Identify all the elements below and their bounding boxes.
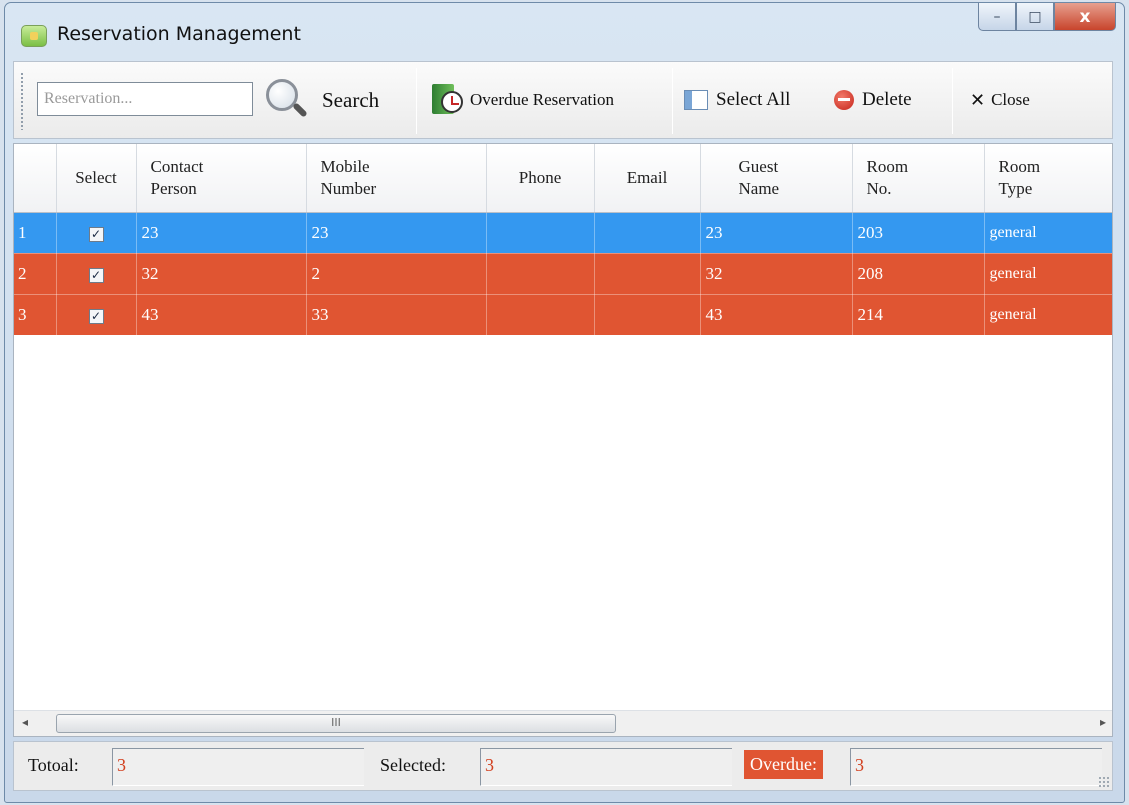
- scroll-right-icon[interactable]: ▸: [1100, 715, 1106, 729]
- header-line: No.: [866, 178, 892, 198]
- header-line: Name: [738, 178, 780, 198]
- header-line: Room: [998, 156, 1041, 176]
- cell-room-no[interactable]: 203: [852, 212, 985, 254]
- delete-button[interactable]: Delete: [834, 74, 912, 126]
- search-button[interactable]: Search: [264, 74, 379, 126]
- cell-phone[interactable]: [486, 253, 595, 295]
- row-select-cell[interactable]: ✓: [56, 253, 137, 295]
- cell-phone[interactable]: [486, 212, 595, 254]
- table-row[interactable]: 3 ✓ 43 33 43 214 general: [14, 294, 1112, 336]
- cell-mobile-number[interactable]: 33: [306, 294, 487, 336]
- header-line: Contact: [150, 156, 204, 176]
- cell-email[interactable]: [594, 212, 701, 254]
- horizontal-scrollbar[interactable]: ◂ III ▸: [14, 710, 1112, 736]
- column-header-select[interactable]: Select: [56, 144, 137, 213]
- row-checkbox[interactable]: ✓: [88, 267, 104, 283]
- cell-room-type[interactable]: general: [984, 212, 1112, 254]
- selected-value: 3: [480, 748, 732, 786]
- toolbar-separator: [672, 68, 673, 134]
- select-all-button[interactable]: Select All: [684, 74, 790, 126]
- column-header-guest-name[interactable]: Guest Name: [700, 144, 853, 213]
- cell-guest-name[interactable]: 32: [700, 253, 853, 295]
- column-header-room-no[interactable]: Room No.: [852, 144, 985, 213]
- search-input[interactable]: [37, 82, 253, 116]
- header-line: Guest: [738, 156, 779, 176]
- column-header-contact-person[interactable]: Contact Person: [136, 144, 307, 213]
- maximize-button[interactable]: □: [1016, 3, 1054, 31]
- header-line: Number: [320, 178, 377, 198]
- header-line: Mobile: [320, 156, 370, 176]
- column-header-room-type[interactable]: Room Type: [984, 144, 1112, 213]
- row-checkbox[interactable]: ✓: [88, 308, 104, 324]
- table-row[interactable]: 2 ✓ 32 2 32 208 general: [14, 253, 1112, 295]
- toolbar-grip[interactable]: [20, 72, 24, 130]
- cell-room-no[interactable]: 208: [852, 253, 985, 295]
- reservation-window: Reservation Management – □ x Search Over…: [4, 2, 1125, 803]
- select-all-label: Select All: [716, 89, 791, 110]
- toolbar-separator: [952, 68, 953, 134]
- close-x-icon: ✕: [970, 89, 986, 111]
- close-label: Close: [991, 90, 1030, 109]
- overdue-clock-icon: [432, 84, 464, 116]
- row-select-cell[interactable]: ✓: [56, 212, 137, 254]
- column-header-email[interactable]: Email: [594, 144, 701, 213]
- delete-icon: [834, 90, 854, 110]
- window-controls: – □ x: [978, 3, 1116, 33]
- status-bar: Totoal: 3 Selected: 3 Overdue: 3: [13, 741, 1113, 791]
- cell-contact-person[interactable]: 43: [136, 294, 307, 336]
- close-window-button[interactable]: x: [1054, 3, 1116, 31]
- cell-email[interactable]: [594, 294, 701, 336]
- total-label: Totoal:: [28, 755, 79, 775]
- delete-label: Delete: [862, 89, 912, 110]
- total-value: 3: [112, 748, 364, 786]
- header-line: Type: [998, 178, 1033, 198]
- column-header-mobile-number[interactable]: Mobile Number: [306, 144, 487, 213]
- cell-guest-name[interactable]: 23: [700, 212, 853, 254]
- overdue-reservation-label: Overdue Reservation: [470, 90, 614, 109]
- reservation-grid: Select Contact Person Mobile Number Phone …: [13, 143, 1113, 737]
- cell-mobile-number[interactable]: 2: [306, 253, 487, 295]
- scroll-left-icon[interactable]: ◂: [22, 715, 28, 729]
- toolbar-separator: [416, 68, 417, 134]
- column-header-phone[interactable]: Phone: [486, 144, 595, 213]
- app-icon: [21, 25, 47, 47]
- magnifier-icon: [264, 77, 310, 123]
- table-row[interactable]: 1 ✓ 23 23 23 203 general: [14, 212, 1112, 254]
- cell-contact-person[interactable]: 32: [136, 253, 307, 295]
- cell-phone[interactable]: [486, 294, 595, 336]
- header-line: Room: [866, 156, 909, 176]
- reservation-table: Select Contact Person Mobile Number Phone …: [14, 144, 1112, 336]
- selected-label: Selected:: [380, 755, 446, 775]
- select-all-icon: [684, 90, 708, 110]
- close-button[interactable]: ✕ Close: [970, 74, 1030, 126]
- minimize-button[interactable]: –: [978, 3, 1016, 31]
- cell-room-type[interactable]: general: [984, 253, 1112, 295]
- title-bar[interactable]: Reservation Management – □ x: [5, 3, 1124, 59]
- cell-room-no[interactable]: 214: [852, 294, 985, 336]
- overdue-label: Overdue:: [744, 750, 823, 779]
- cell-contact-person[interactable]: 23: [136, 212, 307, 254]
- row-header-corner: [14, 144, 57, 213]
- row-index: 3: [14, 294, 57, 336]
- overdue-reservation-button[interactable]: Overdue Reservation: [432, 74, 614, 126]
- cell-room-type[interactable]: general: [984, 294, 1112, 336]
- search-button-label: Search: [322, 87, 380, 112]
- row-index: 2: [14, 253, 57, 295]
- resize-grip[interactable]: [1098, 776, 1110, 788]
- row-checkbox[interactable]: ✓: [88, 226, 104, 242]
- window-title: Reservation Management: [57, 23, 301, 45]
- toolbar: Search Overdue Reservation Select All De…: [13, 61, 1113, 139]
- overdue-value: 3: [850, 748, 1102, 786]
- row-select-cell[interactable]: ✓: [56, 294, 137, 336]
- cell-email[interactable]: [594, 253, 701, 295]
- row-index: 1: [14, 212, 57, 254]
- cell-guest-name[interactable]: 43: [700, 294, 853, 336]
- header-row: Select Contact Person Mobile Number Phone …: [14, 144, 1112, 213]
- cell-mobile-number[interactable]: 23: [306, 212, 487, 254]
- scrollbar-thumb[interactable]: III: [56, 714, 616, 733]
- header-line: Person: [150, 178, 197, 198]
